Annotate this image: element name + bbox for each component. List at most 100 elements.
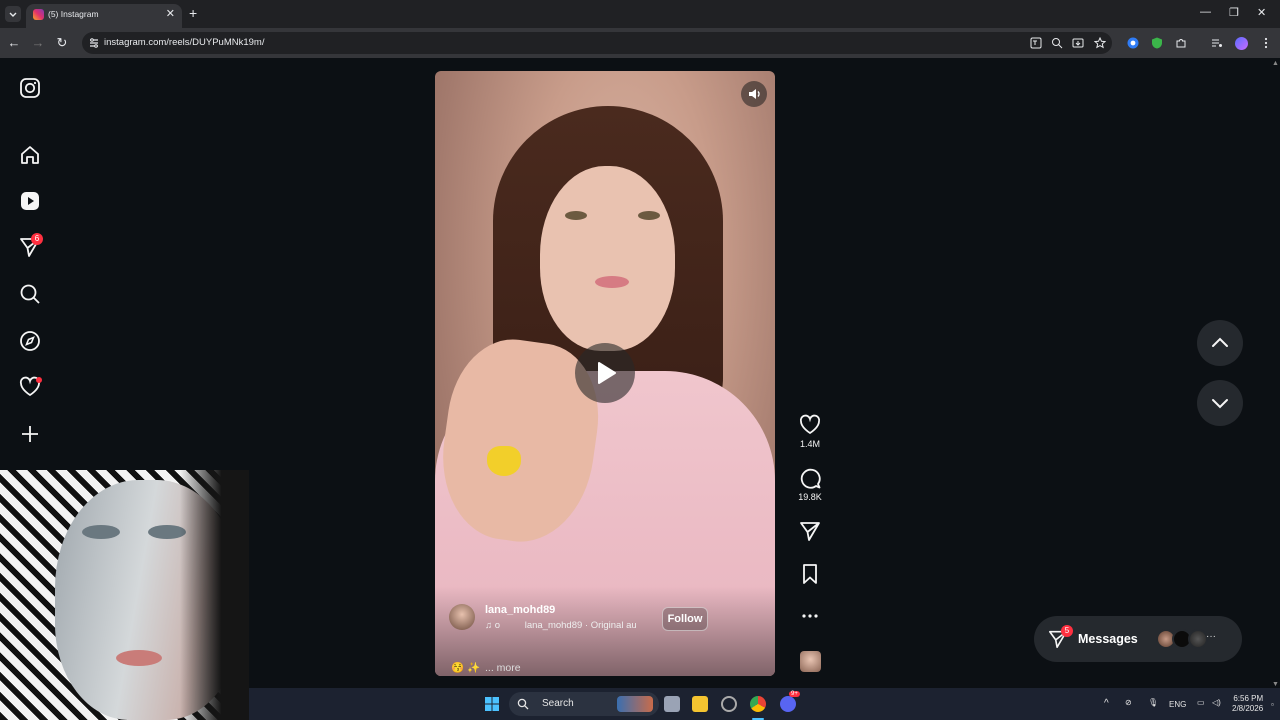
more-chats-indicator: ···	[1206, 631, 1216, 642]
extension-shield-icon[interactable]	[1151, 37, 1163, 49]
install-app-icon[interactable]	[1072, 37, 1084, 49]
notification-dot	[36, 377, 42, 383]
previous-reel-button[interactable]	[1197, 320, 1243, 366]
scroll-down-arrow-icon[interactable]: ▼	[1272, 681, 1279, 688]
tab-search-button[interactable]	[5, 6, 21, 22]
reload-button[interactable]: ↻	[54, 35, 70, 51]
scroll-up-arrow-icon[interactable]: ▲	[1272, 60, 1279, 67]
instagram-favicon-icon	[33, 9, 44, 20]
network-icon[interactable]: ▭	[1197, 698, 1205, 707]
video-frame-eye	[638, 211, 660, 220]
caption-emoji: 😚 ✨	[451, 662, 481, 674]
url-text: instagram.com/reels/DUYPuMNk19m/	[104, 37, 265, 48]
comment-count: 19.8K	[798, 492, 822, 502]
site-info-icon[interactable]	[88, 37, 100, 49]
sidebar-item-messages[interactable]: 6	[19, 233, 43, 258]
chat-avatar	[1188, 629, 1208, 649]
browser-tab-strip: (5) Instagram ✕ + — ❐ ✕	[0, 0, 1280, 28]
video-frame-painted-heart	[487, 446, 521, 476]
page-scrollbar[interactable]: ▲ ▼	[1270, 58, 1280, 688]
search-icon	[517, 698, 529, 710]
tray-app-icon[interactable]: ⊘	[1125, 698, 1132, 707]
pip-eye	[82, 525, 120, 539]
play-button[interactable]	[575, 343, 635, 403]
tray-overflow-chevron-icon[interactable]: ^	[1104, 698, 1109, 709]
video-frame-eye	[565, 211, 587, 220]
home-icon[interactable]	[19, 144, 41, 166]
language-indicator[interactable]: ENG	[1169, 700, 1186, 709]
chevron-up-icon	[1212, 337, 1228, 347]
app-icon[interactable]	[721, 696, 737, 712]
close-window-button[interactable]: ✕	[1257, 6, 1266, 19]
messages-drawer-button[interactable]: 5 Messages ···	[1034, 616, 1242, 662]
tab-close-button[interactable]: ✕	[166, 7, 175, 20]
browser-tab[interactable]: (5) Instagram ✕	[26, 4, 182, 28]
caption-more-link[interactable]: ... more	[485, 662, 521, 674]
reels-icon[interactable]	[19, 190, 41, 212]
file-explorer-icon[interactable]	[692, 696, 708, 712]
comment-action[interactable]: 19.8K	[797, 467, 823, 502]
more-options-action[interactable]	[797, 608, 823, 624]
next-reel-button[interactable]	[1197, 380, 1243, 426]
follow-button[interactable]: Follow	[662, 607, 708, 631]
messages-label: Messages	[1078, 632, 1138, 646]
minimize-button[interactable]: —	[1200, 6, 1211, 18]
messages-unread-badge: 5	[1061, 625, 1073, 637]
bookmark-star-icon[interactable]	[1094, 37, 1106, 49]
new-tab-button[interactable]: +	[189, 5, 197, 21]
heart-icon	[799, 414, 821, 435]
windows-start-icon[interactable]	[484, 696, 500, 712]
explore-compass-icon[interactable]	[19, 330, 41, 352]
taskbar-search[interactable]: Search	[509, 692, 659, 716]
audio-info[interactable]: ♫ o lana_mohd89 · Original au	[485, 620, 637, 631]
share-action[interactable]	[797, 520, 823, 542]
instagram-logo-icon[interactable]	[19, 77, 41, 99]
chevron-down-icon	[9, 12, 17, 17]
search-icon[interactable]	[19, 283, 41, 305]
discord-badge: 9+	[789, 691, 800, 697]
chrome-icon[interactable]	[750, 696, 766, 712]
restore-button[interactable]: ❐	[1229, 6, 1239, 19]
comment-icon	[800, 468, 821, 489]
browser-toolbar: ← → ↻ instagram.com/reels/DUYPuMNk19m/	[0, 28, 1280, 58]
audio-title: lana_mohd89 · Original au	[524, 620, 637, 631]
author-avatar[interactable]	[449, 604, 475, 630]
back-button[interactable]: ←	[6, 35, 22, 51]
forward-button[interactable]: →	[30, 35, 46, 51]
system-clock[interactable]: 6:56 PM 2/8/2026	[1232, 694, 1263, 714]
chevron-down-icon	[1212, 399, 1228, 409]
task-view-icon[interactable]	[664, 696, 680, 712]
discord-icon[interactable]	[780, 696, 796, 712]
bookmark-icon	[803, 564, 817, 584]
sidebar-item-notifications[interactable]	[19, 376, 42, 398]
create-plus-icon[interactable]	[19, 423, 41, 445]
search-highlight-icon	[617, 696, 653, 712]
messages-count-badge: 6	[31, 233, 43, 245]
speaker-icon	[749, 89, 760, 99]
browser-menu-icon[interactable]	[1260, 37, 1272, 49]
more-horizontal-icon	[802, 614, 818, 618]
audio-prefix: ♫ o	[485, 620, 501, 631]
notification-bell-icon[interactable]: ▫	[1271, 700, 1274, 709]
like-count: 1.4M	[799, 439, 820, 449]
search-label: Search	[542, 698, 574, 709]
translate-icon[interactable]	[1030, 37, 1042, 49]
play-icon	[598, 362, 616, 384]
original-audio-thumbnail[interactable]	[800, 651, 821, 672]
volume-icon[interactable]: ◁)	[1212, 698, 1221, 707]
sound-toggle-button[interactable]	[741, 81, 767, 107]
reel-video[interactable]: lana_mohd89 ♫ o lana_mohd89 · Original a…	[435, 71, 775, 676]
media-controls-icon[interactable]	[1211, 37, 1223, 49]
microphone-icon[interactable]: 🎙	[1148, 698, 1158, 707]
save-action[interactable]	[797, 563, 823, 585]
extension-blue-icon[interactable]	[1127, 37, 1139, 49]
address-bar[interactable]: instagram.com/reels/DUYPuMNk19m/	[82, 32, 1112, 54]
profile-avatar[interactable]	[1235, 37, 1248, 50]
author-username[interactable]: lana_mohd89	[485, 604, 555, 616]
video-frame-lips	[595, 276, 629, 288]
extensions-puzzle-icon[interactable]	[1175, 37, 1187, 49]
like-action[interactable]: 1.4M	[797, 414, 823, 449]
picture-in-picture-video[interactable]	[0, 470, 249, 720]
zoom-icon[interactable]	[1051, 37, 1063, 49]
clock-date: 2/8/2026	[1232, 704, 1264, 713]
